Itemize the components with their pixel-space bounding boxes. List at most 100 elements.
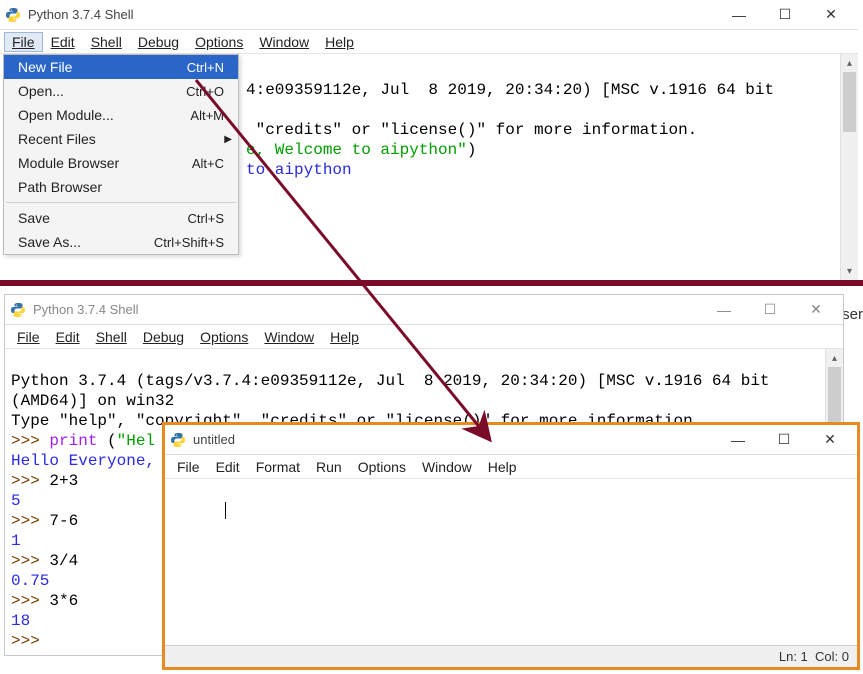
menu-debug[interactable]: Debug	[135, 327, 192, 347]
shell-text: to aipython	[246, 161, 352, 179]
output: 5	[11, 492, 21, 510]
close-icon: ✕	[824, 431, 836, 448]
vertical-scrollbar[interactable]: ▴ ▾	[840, 54, 858, 280]
titlebar[interactable]: untitled — ☐ ✕	[165, 425, 857, 455]
shortcut-label: Ctrl+N	[187, 60, 224, 75]
menu-help[interactable]: Help	[317, 32, 362, 52]
menu-window[interactable]: Window	[251, 32, 317, 52]
prompt: >>>	[11, 592, 49, 610]
menu-item-open[interactable]: Open... Ctrl+O	[4, 79, 238, 103]
prompt: >>>	[11, 512, 49, 530]
window-title: Python 3.7.4 Shell	[33, 302, 701, 317]
close-button[interactable]: ✕	[793, 295, 839, 325]
menu-file[interactable]: File	[9, 327, 48, 347]
shortcut-label: Ctrl+Shift+S	[154, 235, 224, 250]
shell-output[interactable]: 4:e09359112e, Jul 8 2019, 20:34:20) [MSC…	[240, 58, 838, 202]
shortcut-label: Ctrl+S	[188, 211, 224, 226]
close-button[interactable]: ✕	[808, 0, 854, 30]
maximize-button[interactable]: ☐	[762, 0, 808, 30]
shell-text: 4:e09359112e, Jul 8 2019, 20:34:20) [MSC…	[246, 81, 774, 99]
menu-window[interactable]: Window	[414, 457, 480, 477]
menu-file[interactable]: File	[169, 457, 208, 477]
status-col: Col: 0	[815, 649, 849, 664]
minimize-icon: —	[732, 7, 746, 23]
titlebar[interactable]: Python 3.7.4 Shell — ☐ ✕	[5, 295, 843, 325]
prompt: >>>	[11, 472, 49, 490]
scrollbar-thumb[interactable]	[843, 72, 856, 132]
editor-area[interactable]	[165, 479, 857, 643]
shell-text: "credits" or "license()" for more inform…	[246, 121, 697, 139]
menu-edit[interactable]: Edit	[43, 32, 83, 52]
shell-text: e, Welcome to aipython"	[246, 141, 467, 159]
menu-file[interactable]: File	[4, 32, 43, 52]
menu-item-open-module[interactable]: Open Module... Alt+M	[4, 103, 238, 127]
shortcut-label: Alt+C	[192, 156, 224, 171]
shortcut-label: Ctrl+O	[186, 84, 224, 99]
menu-item-module-browser[interactable]: Module Browser Alt+C	[4, 151, 238, 175]
python-icon	[9, 301, 27, 319]
minimize-icon: —	[731, 432, 745, 448]
output: 0.75	[11, 572, 49, 590]
maximize-icon: ☐	[778, 431, 791, 448]
minimize-button[interactable]: —	[701, 295, 747, 325]
menu-edit[interactable]: Edit	[208, 457, 248, 477]
close-icon: ✕	[825, 6, 837, 23]
window-title: Python 3.7.4 Shell	[28, 7, 716, 22]
menubar: File Edit Shell Debug Options Window Hel…	[5, 325, 843, 349]
minimize-icon: —	[717, 302, 731, 318]
shell-text: (AMD64)] on win32	[11, 392, 174, 410]
prompt: >>>	[11, 632, 49, 650]
window-title: untitled	[193, 432, 715, 447]
status-line: Ln: 1	[779, 649, 808, 664]
menu-edit[interactable]: Edit	[48, 327, 88, 347]
editor-window-highlight: untitled — ☐ ✕ File Edit Format Run Opti…	[162, 422, 860, 670]
menu-separator	[6, 202, 236, 203]
menu-options[interactable]: Options	[187, 32, 251, 52]
menu-item-save-as[interactable]: Save As... Ctrl+Shift+S	[4, 230, 238, 254]
close-button[interactable]: ✕	[807, 425, 853, 455]
scroll-up-icon[interactable]: ▴	[826, 349, 843, 367]
shortcut-label: Alt+M	[190, 108, 224, 123]
menu-run[interactable]: Run	[308, 457, 350, 477]
minimize-button[interactable]: —	[715, 425, 761, 455]
output: 18	[11, 612, 30, 630]
menu-window[interactable]: Window	[256, 327, 322, 347]
menu-shell[interactable]: Shell	[83, 32, 130, 52]
text-cursor-icon	[225, 502, 226, 519]
menu-help[interactable]: Help	[322, 327, 367, 347]
python-icon	[169, 431, 187, 449]
menu-item-recent-files[interactable]: Recent Files ▶	[4, 127, 238, 151]
python-icon	[4, 6, 22, 24]
submenu-arrow-icon: ▶	[224, 134, 232, 145]
output: Hello Everyone,	[11, 452, 155, 470]
menu-item-path-browser[interactable]: Path Browser	[4, 175, 238, 199]
scroll-down-icon[interactable]: ▾	[841, 262, 858, 280]
menu-debug[interactable]: Debug	[130, 32, 187, 52]
close-icon: ✕	[810, 301, 822, 318]
shell-text: Python 3.7.4 (tags/v3.7.4:e09359112e, Ju…	[11, 372, 770, 390]
keyword: print	[49, 432, 97, 450]
minimize-button[interactable]: —	[716, 0, 762, 30]
menubar: File Edit Shell Debug Options Window Hel…	[0, 30, 858, 54]
shell-text: )	[467, 141, 477, 159]
prompt: >>>	[11, 432, 49, 450]
menu-help[interactable]: Help	[480, 457, 525, 477]
menu-options[interactable]: Options	[350, 457, 414, 477]
titlebar[interactable]: Python 3.7.4 Shell — ☐ ✕	[0, 0, 858, 30]
output: 1	[11, 532, 21, 550]
section-divider	[0, 280, 863, 286]
truncated-text: ser	[842, 306, 863, 323]
prompt: >>>	[11, 552, 49, 570]
maximize-icon: ☐	[764, 301, 777, 318]
maximize-button[interactable]: ☐	[761, 425, 807, 455]
maximize-button[interactable]: ☐	[747, 295, 793, 325]
menu-item-save[interactable]: Save Ctrl+S	[4, 206, 238, 230]
file-menu-dropdown: New File Ctrl+N Open... Ctrl+O Open Modu…	[3, 54, 239, 255]
scroll-up-icon[interactable]: ▴	[841, 54, 858, 72]
menu-item-new-file[interactable]: New File Ctrl+N	[4, 55, 238, 79]
statusbar: Ln: 1 Col: 0	[165, 645, 857, 667]
menu-format[interactable]: Format	[248, 457, 308, 477]
menu-shell[interactable]: Shell	[88, 327, 135, 347]
string: "Hel	[117, 432, 155, 450]
menu-options[interactable]: Options	[192, 327, 256, 347]
